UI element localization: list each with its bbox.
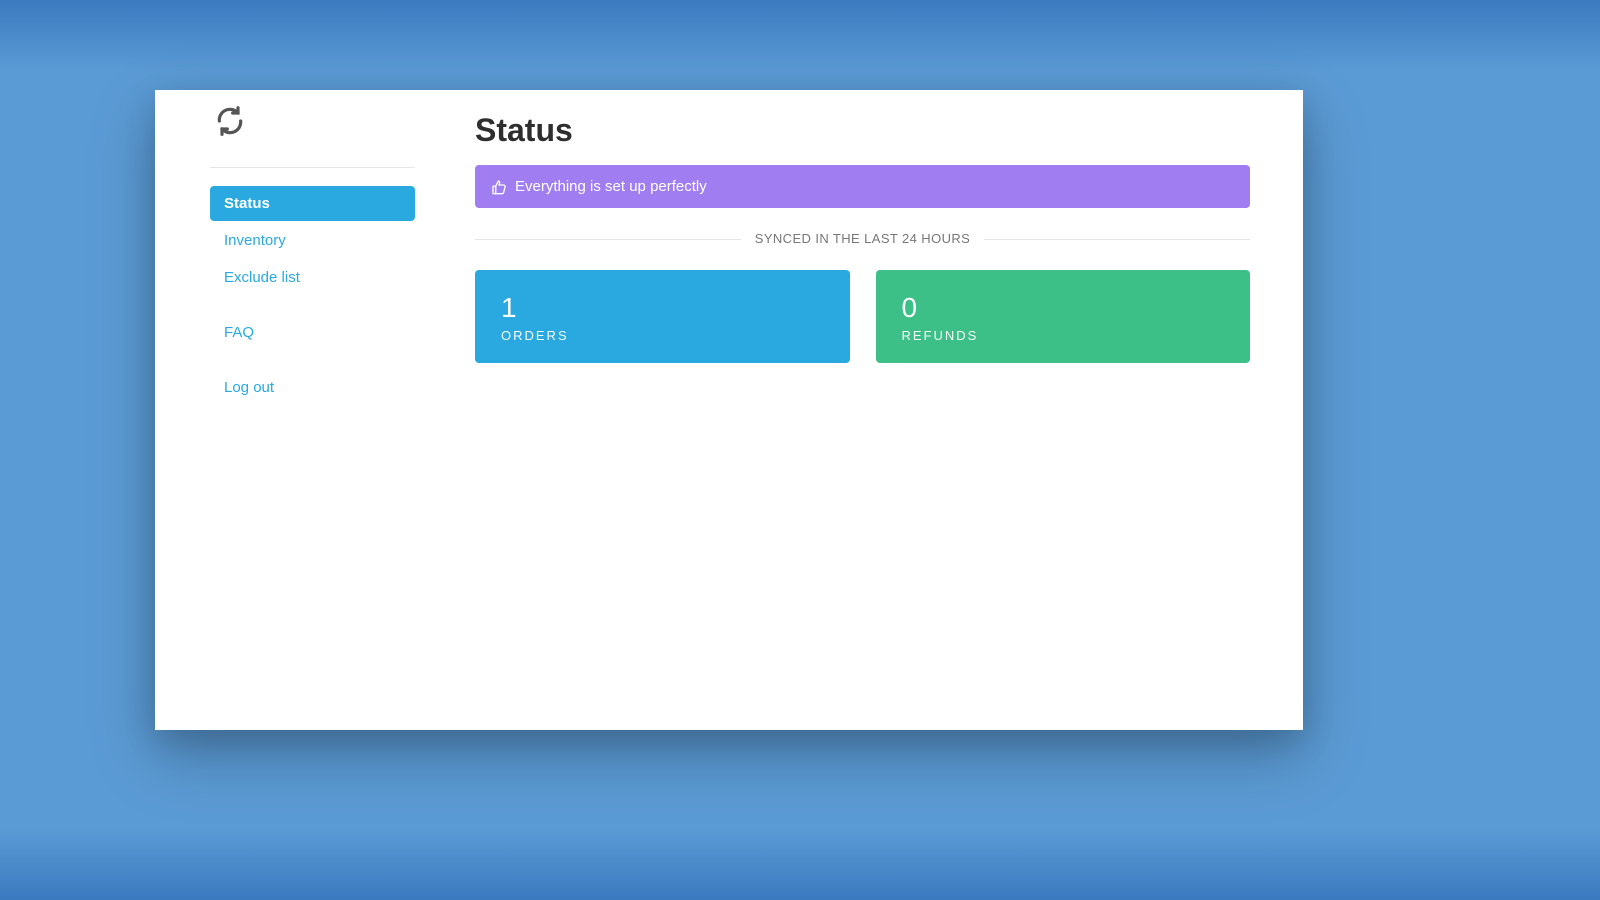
sync-logo-icon xyxy=(210,105,415,167)
sidebar-divider xyxy=(210,167,415,168)
sidebar: Status Inventory Exclude list FAQ Log ou… xyxy=(210,105,415,407)
main-content: Status Everything is set up perfectly SY… xyxy=(475,112,1250,363)
status-alert: Everything is set up perfectly xyxy=(475,165,1250,208)
card-orders: 1 ORDERS xyxy=(475,270,850,363)
status-alert-text: Everything is set up perfectly xyxy=(515,178,707,195)
page-title: Status xyxy=(475,112,1250,149)
app-window: Status Inventory Exclude list FAQ Log ou… xyxy=(155,90,1303,730)
thumbs-up-icon xyxy=(491,179,507,195)
sidebar-item-logout[interactable]: Log out xyxy=(210,370,415,405)
nav-gap xyxy=(210,297,415,315)
card-refunds: 0 REFUNDS xyxy=(876,270,1251,363)
nav-list: Status Inventory Exclude list FAQ Log ou… xyxy=(210,186,415,405)
sidebar-item-exclude-list[interactable]: Exclude list xyxy=(210,260,415,295)
sidebar-item-faq[interactable]: FAQ xyxy=(210,315,415,350)
sidebar-item-status[interactable]: Status xyxy=(210,186,415,221)
card-refunds-label: REFUNDS xyxy=(902,328,1225,343)
card-orders-value: 1 xyxy=(501,292,824,324)
section-divider: SYNCED IN THE LAST 24 HOURS xyxy=(475,230,1250,248)
sidebar-item-inventory[interactable]: Inventory xyxy=(210,223,415,258)
card-orders-label: ORDERS xyxy=(501,328,824,343)
section-divider-label: SYNCED IN THE LAST 24 HOURS xyxy=(741,231,985,246)
stat-cards: 1 ORDERS 0 REFUNDS xyxy=(475,270,1250,363)
nav-gap xyxy=(210,352,415,370)
card-refunds-value: 0 xyxy=(902,292,1225,324)
